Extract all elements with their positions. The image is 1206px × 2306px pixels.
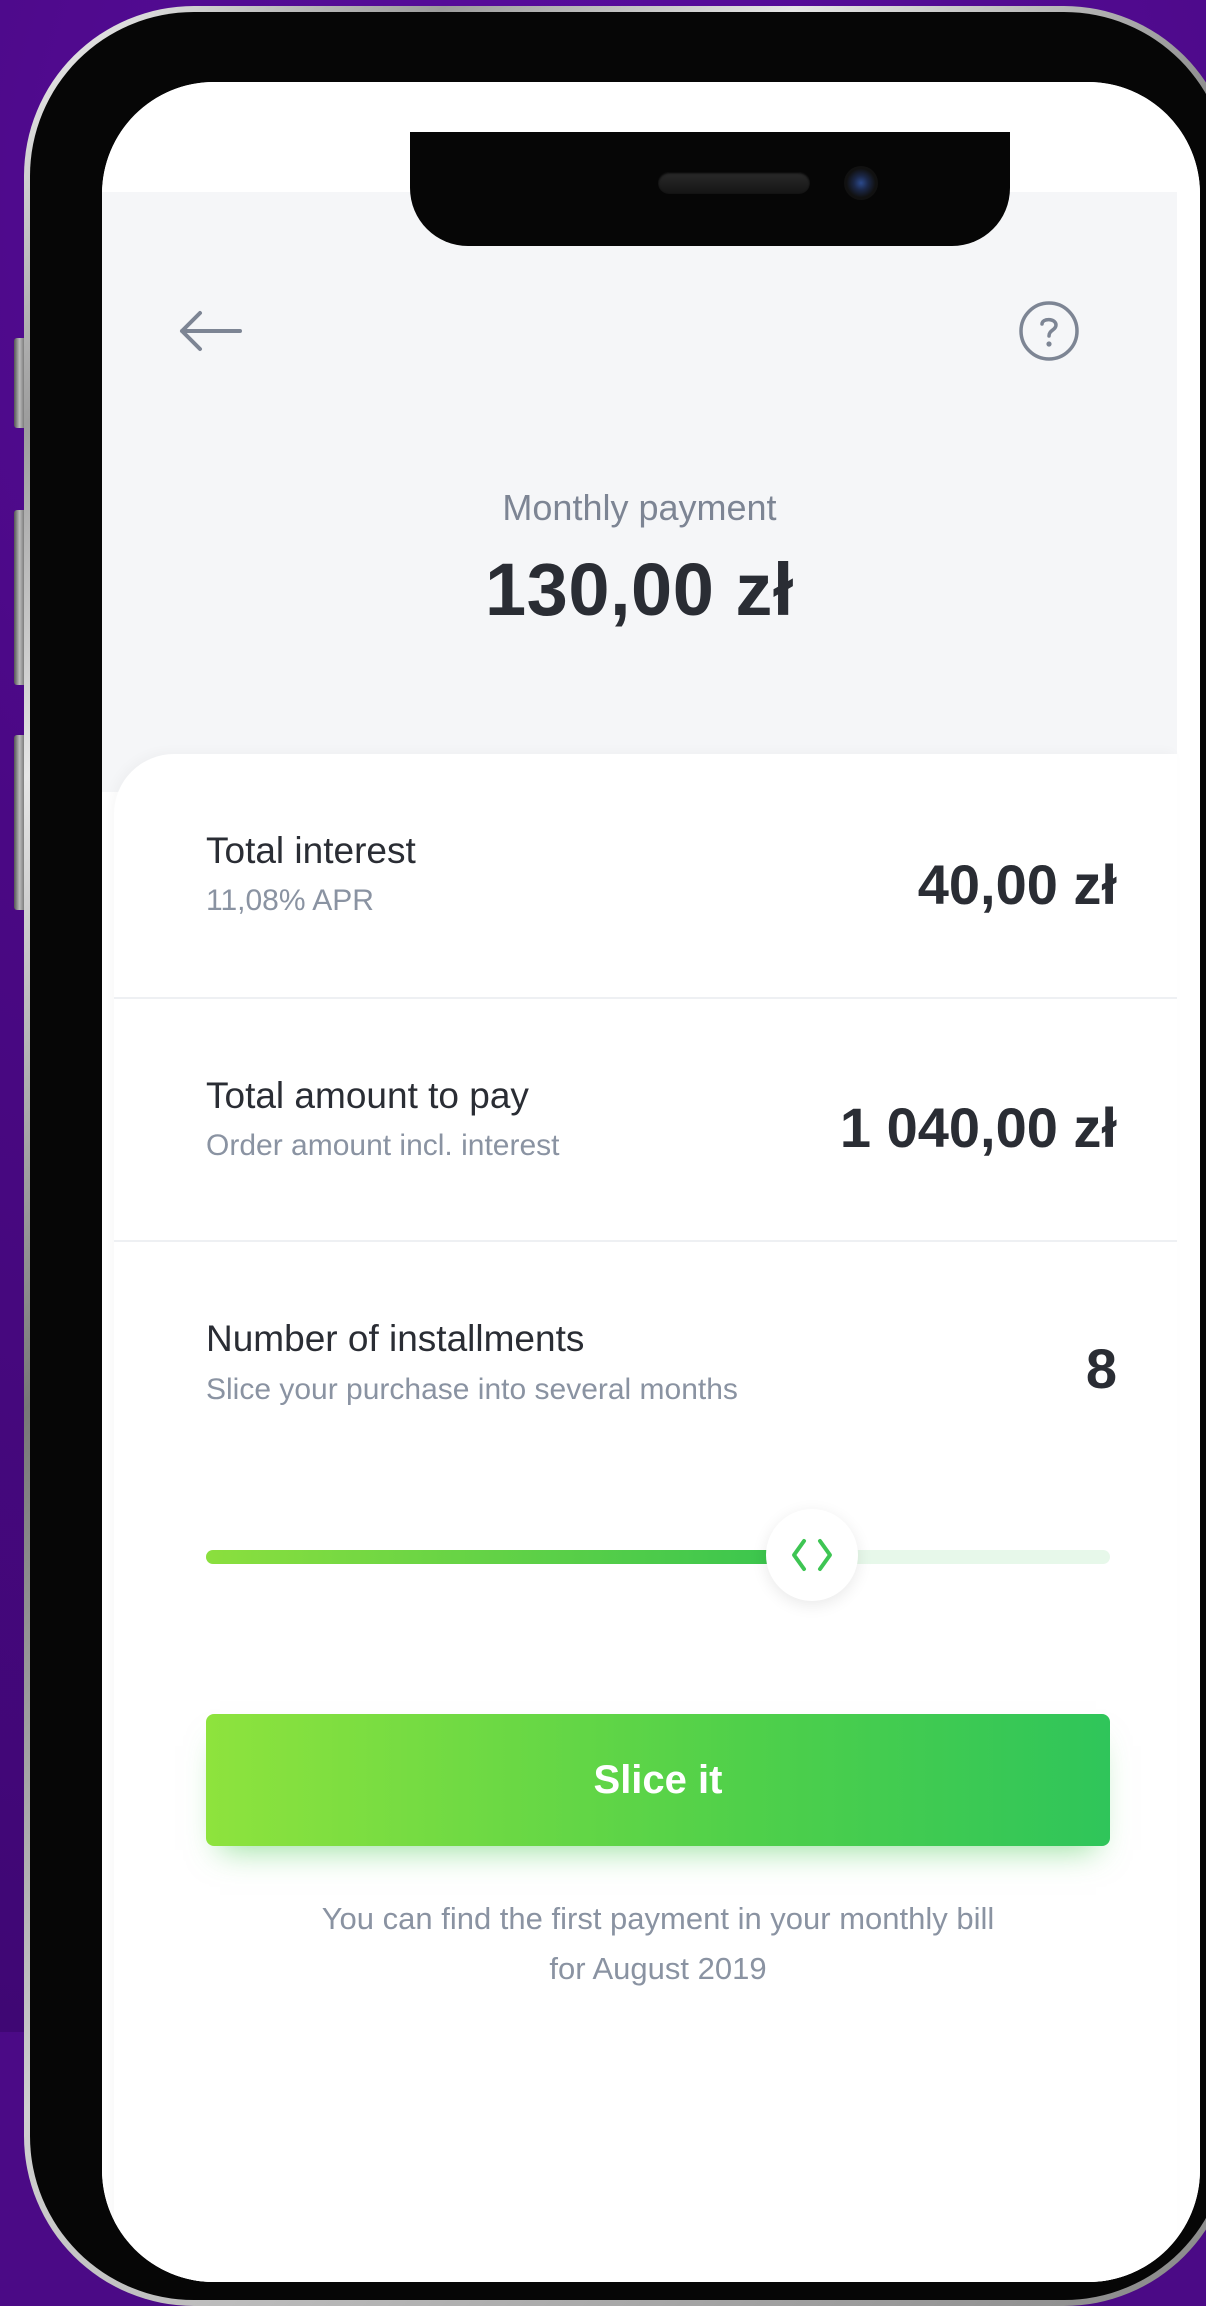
row-title: Number of installments xyxy=(206,1318,585,1359)
app-screen: Monthly payment 130,00 zł Total interest… xyxy=(102,82,1200,2282)
phone-bezel: Monthly payment 130,00 zł Total interest… xyxy=(30,12,1206,2300)
back-button[interactable] xyxy=(174,307,246,355)
slider-fill xyxy=(206,1550,812,1564)
total-amount-row: Total amount to pay Order amount incl. i… xyxy=(114,997,1177,1242)
row-subtitle: Order amount incl. interest xyxy=(206,1129,560,1162)
arrow-left-icon xyxy=(180,311,242,351)
monthly-payment-value: 130,00 zł xyxy=(485,548,794,631)
row-value: 1 040,00 zł xyxy=(839,1096,1117,1159)
speaker-grille xyxy=(658,172,810,194)
row-title: Total interest xyxy=(206,830,416,871)
details-card: Total interest 11,08% APR 40,00 zł Total… xyxy=(114,754,1177,2282)
row-subtitle: 11,08% APR xyxy=(206,884,374,917)
total-interest-row: Total interest 11,08% APR 40,00 zł xyxy=(114,754,1177,999)
front-camera xyxy=(844,166,878,200)
row-title: Total amount to pay xyxy=(206,1075,529,1116)
note-line-1: You can find the first payment in your m… xyxy=(321,1901,995,1936)
slice-it-button[interactable]: Slice it xyxy=(206,1714,1110,1846)
question-circle-icon xyxy=(1019,301,1079,361)
notch xyxy=(410,132,1010,246)
phone-frame: Monthly payment 130,00 zł Total interest… xyxy=(24,6,1206,2306)
installments-count: 8 xyxy=(1085,1337,1117,1400)
monthly-payment-label: Monthly payment xyxy=(502,487,777,528)
row-value: 40,00 zł xyxy=(917,853,1117,916)
row-subtitle: Slice your purchase into several months xyxy=(206,1373,738,1406)
installments-slider[interactable] xyxy=(206,1509,1110,1601)
installments-row: Number of installments Slice your purcha… xyxy=(114,1240,1177,1483)
first-payment-note: You can find the first payment in your m… xyxy=(206,1894,1110,1994)
slider-thumb[interactable] xyxy=(765,1509,858,1601)
chevrons-left-right-icon xyxy=(791,1539,832,1571)
note-line-2: for August 2019 xyxy=(549,1951,767,1986)
help-button[interactable] xyxy=(1018,300,1080,362)
phone-screen: Monthly payment 130,00 zł Total interest… xyxy=(102,82,1200,2282)
